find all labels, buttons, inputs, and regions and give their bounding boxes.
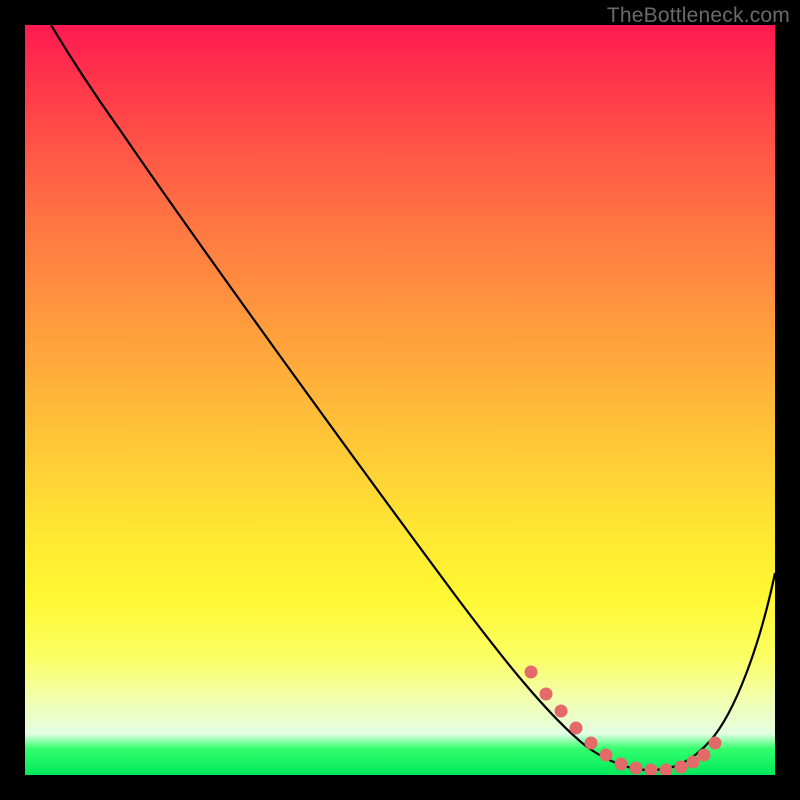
trough-dots — [525, 666, 721, 775]
chart-stage: TheBottleneck.com — [0, 0, 800, 800]
bottleneck-curve — [51, 25, 775, 770]
curve-layer — [25, 25, 775, 775]
plot-area — [25, 25, 775, 775]
watermark-text: TheBottleneck.com — [607, 4, 790, 28]
